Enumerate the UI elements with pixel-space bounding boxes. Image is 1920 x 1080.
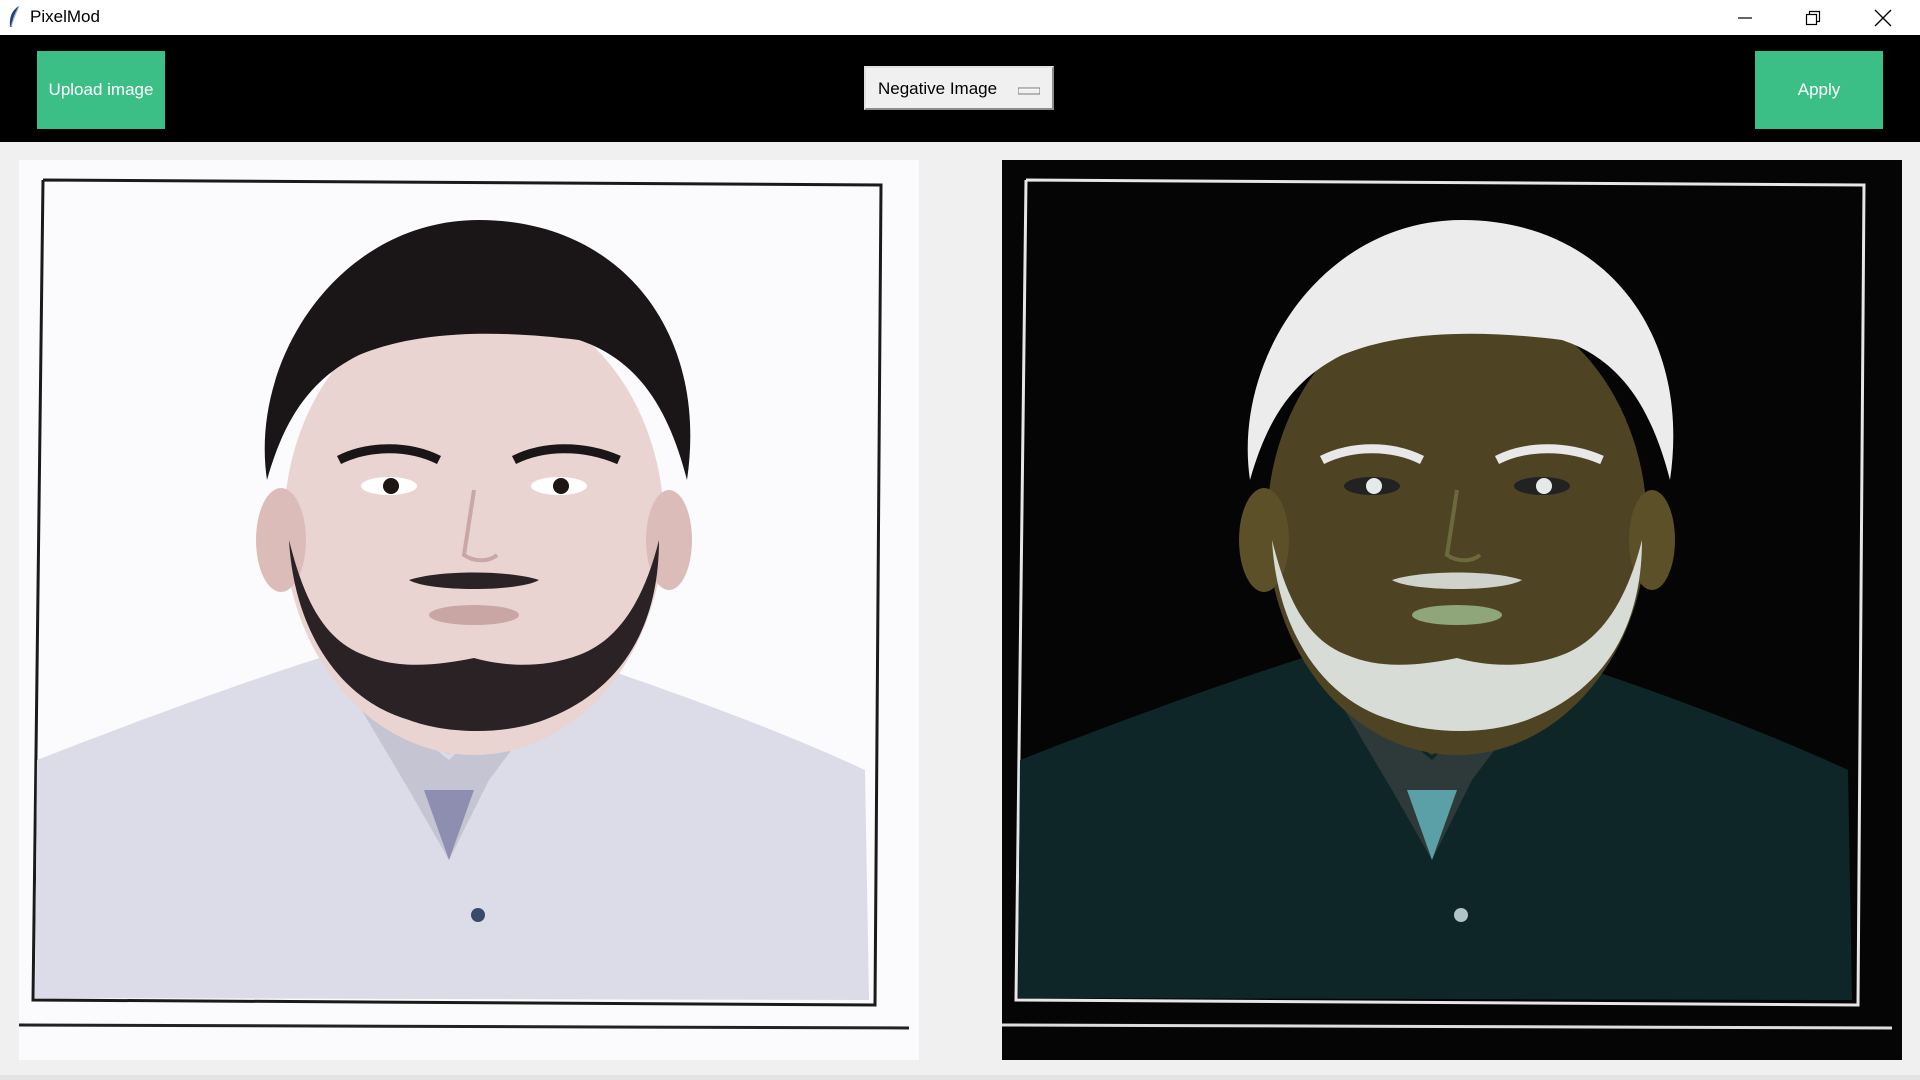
close-icon (1874, 9, 1892, 27)
apply-button[interactable]: Apply (1755, 51, 1883, 129)
title-bar: PixelMod (0, 0, 1920, 35)
window-title: PixelMod (30, 7, 100, 26)
filter-dropdown-value: Negative Image (878, 79, 998, 98)
portrait-photo (19, 160, 919, 1060)
toolbar: Upload image Negative Image Apply (0, 35, 1920, 142)
minimize-button[interactable] (1710, 0, 1780, 35)
close-button[interactable] (1848, 0, 1918, 35)
restore-button[interactable] (1778, 0, 1848, 35)
restore-icon (1805, 10, 1821, 26)
processed-image-panel (1002, 160, 1902, 1060)
original-image-panel (19, 160, 919, 1060)
dropdown-indicator-icon (1017, 81, 1041, 95)
upload-image-button[interactable]: Upload image (37, 51, 165, 129)
window-bottom-edge (0, 1075, 1920, 1080)
minimize-icon (1737, 10, 1753, 26)
filter-dropdown[interactable]: Negative Image (864, 66, 1054, 110)
negative-portrait-photo (1002, 160, 1902, 1060)
feather-icon (6, 5, 22, 29)
